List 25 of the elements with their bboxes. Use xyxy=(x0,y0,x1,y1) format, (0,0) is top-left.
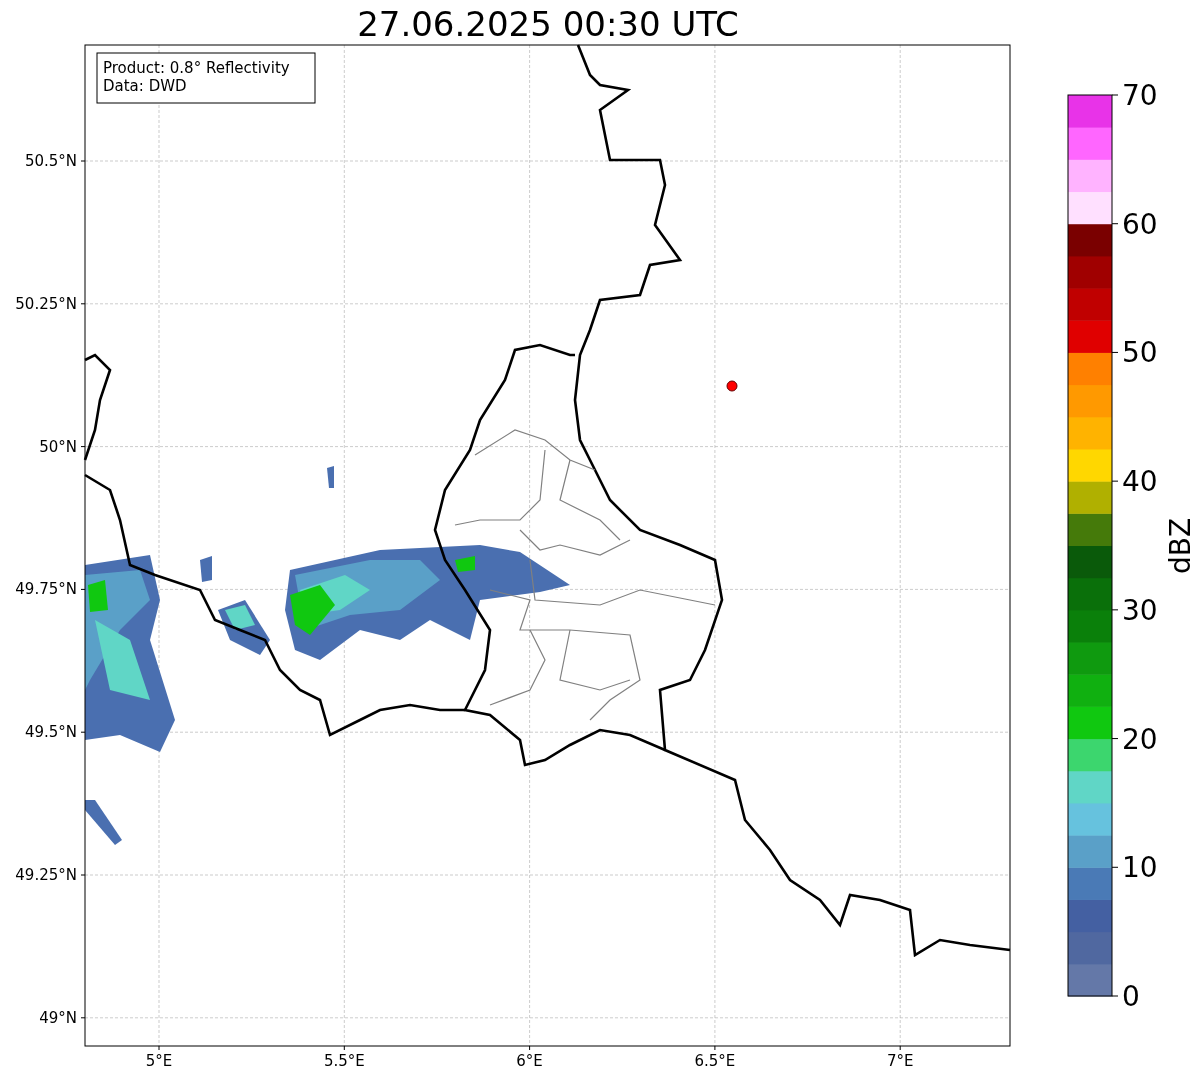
colorbar-tick-label: 60 xyxy=(1122,207,1158,241)
radar-site-marker xyxy=(726,380,738,392)
axis-tick-label: 7°E xyxy=(886,1052,914,1070)
chart-title: 27.06.2025 00:30 UTC xyxy=(357,4,739,44)
axis-tick-label: 49.75°N xyxy=(15,580,77,599)
legend-text: Data: DWD xyxy=(103,77,187,95)
axis-tick-label: 5°E xyxy=(145,1052,173,1070)
axis-tick-label: 49.5°N xyxy=(24,723,77,742)
colorbar-tick-label: 50 xyxy=(1122,336,1158,370)
axis-tick-label: 49.25°N xyxy=(15,866,77,884)
colorbar-tick-label: 40 xyxy=(1122,465,1158,499)
colorbar-tick-label: 70 xyxy=(1122,79,1158,112)
axis-tick-label: 6°E xyxy=(516,1052,543,1070)
axis-tick-label: 49°N xyxy=(39,1008,77,1027)
axis-tick-label: 6.5°E xyxy=(694,1052,736,1070)
colorbar-tick-label: 0 xyxy=(1122,980,1140,1013)
legend-text: Product: 0.8° Reflectivity xyxy=(103,59,290,77)
colorbar-tick-label: 20 xyxy=(1122,722,1158,756)
colorbar-tick-label: 10 xyxy=(1122,851,1158,885)
axis-tick-label: 5.5°E xyxy=(323,1052,365,1070)
colorbar-axis-label: dBZ xyxy=(1164,517,1197,575)
axis-tick-label: 50°N xyxy=(39,437,77,456)
axis-tick-label: 50.25°N xyxy=(15,294,77,313)
axis-tick-label: 50.5°N xyxy=(24,152,77,170)
colorbar-tick-label: 30 xyxy=(1122,593,1158,627)
